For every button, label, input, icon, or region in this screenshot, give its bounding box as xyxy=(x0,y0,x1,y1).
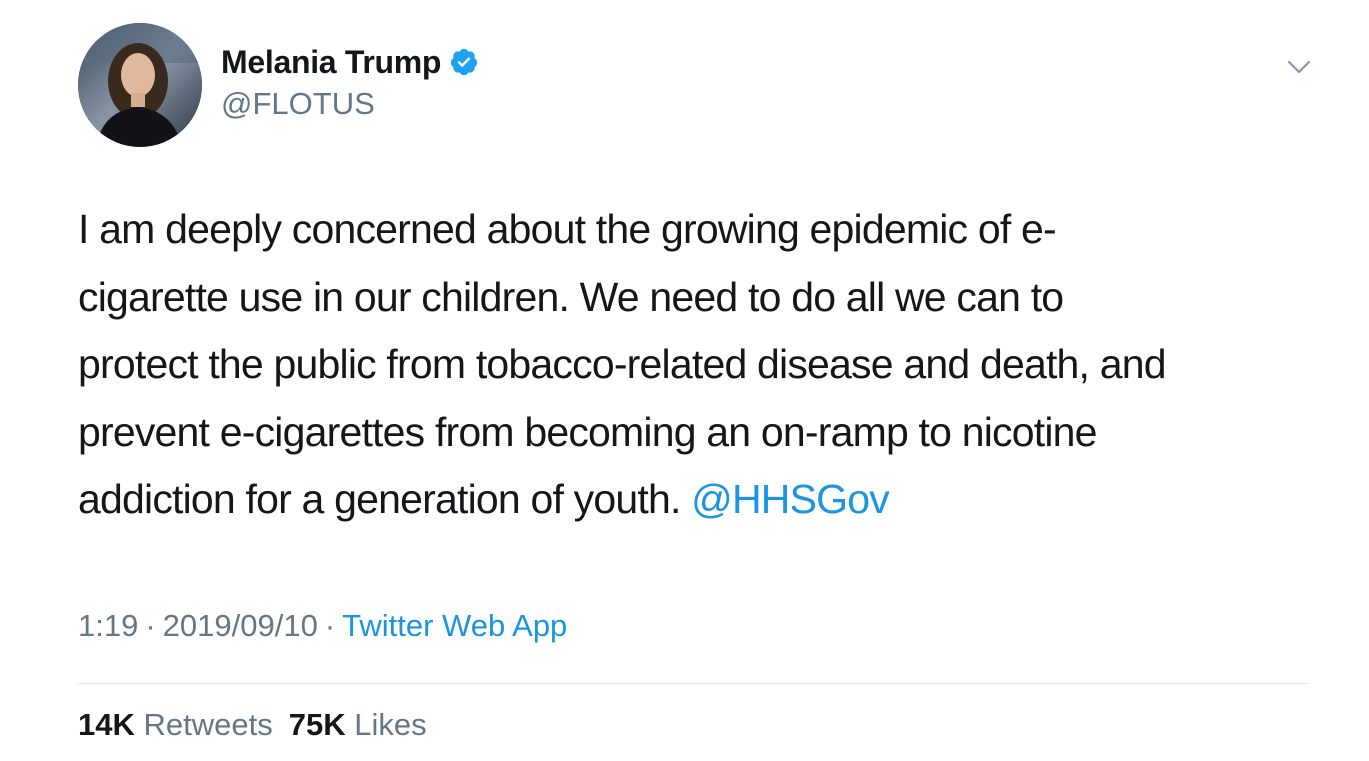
mention-link[interactable]: @HHSGov xyxy=(691,476,890,522)
tweet-date[interactable]: 2019/09/10 xyxy=(163,608,318,643)
chevron-down-icon[interactable] xyxy=(1283,56,1315,78)
tweet-text-line: prevent e-cigarettes from becoming an on… xyxy=(78,408,1097,455)
retweets-label: Retweets xyxy=(143,707,273,742)
meta-separator: · xyxy=(324,608,336,643)
handle[interactable]: @FLOTUS xyxy=(221,86,479,122)
retweets-count: 14K xyxy=(78,707,135,742)
retweets-stat[interactable]: 14K Retweets xyxy=(78,707,273,743)
likes-label: Likes xyxy=(354,707,427,742)
verified-badge-icon xyxy=(451,48,478,76)
tweet-time[interactable]: 1:19 xyxy=(78,608,138,643)
likes-stat[interactable]: 75K Likes xyxy=(289,707,427,743)
avatar-image xyxy=(78,23,202,147)
tweet-text-line: addiction for a generation of youth. xyxy=(78,476,681,522)
tweet-text: I am deeply concerned about the growing … xyxy=(78,196,1328,534)
source-link[interactable]: Twitter Web App xyxy=(342,608,567,643)
name-row: Melania Trump xyxy=(221,42,479,82)
likes-count: 75K xyxy=(288,707,346,742)
display-name[interactable]: Melania Trump xyxy=(221,44,441,81)
tweet-text-line: cigarette use in our children. We need t… xyxy=(78,273,1064,320)
meta-separator: · xyxy=(145,608,156,643)
author-identity: Melania Trump @FLOTUS xyxy=(221,42,479,122)
tweet-stats: 14K Retweets 75K Likes xyxy=(78,707,443,743)
tweet-text-line: I am deeply concerned about the growing … xyxy=(78,206,1057,252)
tweet-text-line-last: addiction for a generation of youth. @HH… xyxy=(78,466,1328,534)
tweet-text-line: protect the public from tobacco-related … xyxy=(78,341,1167,387)
tweet-meta: 1:19 · 2019/09/10 · Twitter Web App xyxy=(78,608,567,644)
divider xyxy=(78,683,1308,684)
avatar[interactable] xyxy=(78,23,202,147)
tweet: Melania Trump @FLOTUS I am deeply concer… xyxy=(0,0,1369,761)
